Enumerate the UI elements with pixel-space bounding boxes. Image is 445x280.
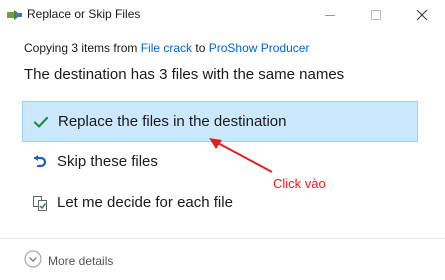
skip-files-label: Skip these files — [57, 153, 158, 170]
file-copy-icon — [7, 10, 22, 20]
skip-files-option[interactable]: Skip these files — [22, 142, 418, 183]
replace-files-option[interactable]: Replace the files in the destination — [22, 101, 418, 142]
destination-folder-link[interactable]: ProShow Producer — [209, 41, 310, 55]
close-icon — [416, 9, 428, 21]
minimize-button[interactable] — [310, 0, 350, 30]
footer-divider — [0, 238, 445, 239]
more-details-label: More details — [48, 254, 114, 268]
chevron-down-icon — [24, 250, 42, 268]
decide-each-file-option[interactable]: Let me decide for each file — [22, 183, 418, 224]
replace-files-label: Replace the files in the destination — [58, 113, 287, 130]
copy-status-prefix: Copying 3 items from — [24, 41, 141, 55]
checkmark-icon — [33, 116, 49, 128]
decide-each-file-label: Let me decide for each file — [57, 194, 233, 211]
dialog-heading: The destination has 3 files with the sam… — [24, 66, 345, 83]
compare-files-icon — [33, 196, 47, 211]
copy-status: Copying 3 items from File crack to ProSh… — [24, 41, 309, 55]
maximize-icon — [371, 10, 381, 20]
copy-status-middle: to — [192, 41, 209, 55]
source-folder-link[interactable]: File crack — [141, 41, 192, 55]
annotation-text: Click vào — [273, 176, 326, 191]
title-bar: Replace or Skip Files — [0, 0, 445, 30]
minimize-icon — [325, 15, 335, 16]
skip-arrow-icon — [33, 155, 47, 168]
maximize-button[interactable] — [356, 0, 396, 30]
close-button[interactable] — [402, 0, 442, 30]
window-title: Replace or Skip Files — [27, 7, 141, 21]
